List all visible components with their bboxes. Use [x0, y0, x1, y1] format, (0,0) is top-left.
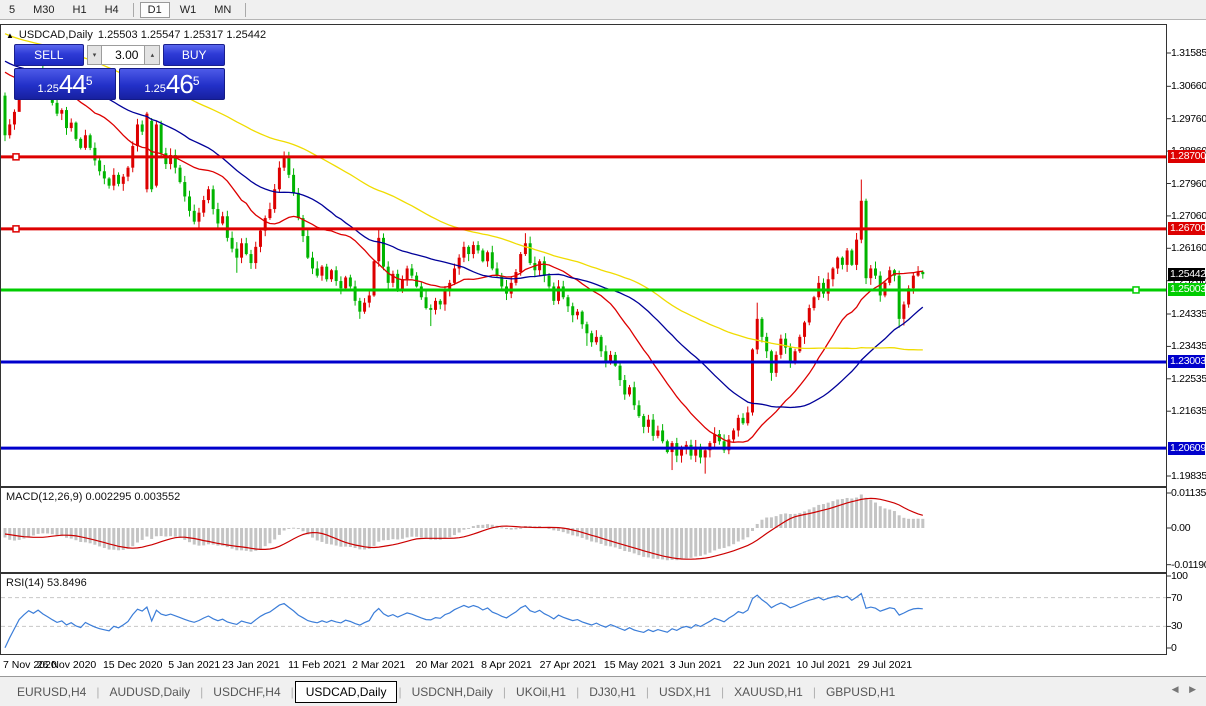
- price-axis-label: 1.19835: [1171, 470, 1206, 482]
- rsi-axis-label: 30: [1171, 620, 1183, 633]
- tab-usdcnh-daily[interactable]: USDCNH,Daily: [403, 681, 502, 703]
- sell-price-fraction: 5: [85, 74, 93, 88]
- buy-price-button[interactable]: 1.25 46 5: [119, 68, 225, 100]
- hline-handle[interactable]: [12, 225, 20, 233]
- price-axis-label: 1.26160: [1171, 242, 1206, 255]
- macd-layer: [3, 494, 925, 561]
- tab-usdchf-h4[interactable]: USDCHF,H4: [204, 681, 289, 703]
- macd-axis-label: -0.01190: [1171, 558, 1206, 571]
- price-axis-label: 1.27960: [1171, 177, 1206, 190]
- horizontal-lines-layer: [1, 153, 1166, 450]
- buy-price-prefix: 1.25: [144, 83, 166, 95]
- tab-scroll-arrows[interactable]: ◀ ▶: [1172, 684, 1200, 695]
- rsi-axis-label: 100: [1171, 570, 1188, 582]
- price-axis-label: 1.31585: [1171, 47, 1206, 59]
- buy-price-pips: 46: [165, 69, 194, 99]
- buy-price-fraction: 5: [192, 74, 200, 88]
- price-axis-label: 1.21635: [1171, 405, 1206, 418]
- volume-increase-button[interactable]: ▴: [144, 45, 161, 65]
- rsi-indicator-label: RSI(14) 53.8496: [6, 577, 87, 589]
- tab-eurusd-h4[interactable]: EURUSD,H4: [8, 681, 95, 703]
- tab-gbpusd-h1[interactable]: GBPUSD,H1: [817, 681, 904, 703]
- volume-decrease-button[interactable]: ▾: [86, 45, 103, 65]
- buy-button[interactable]: BUY: [163, 44, 225, 66]
- tab-usdx-h1[interactable]: USDX,H1: [650, 681, 720, 703]
- macd-axis-label: 0.01135: [1171, 487, 1206, 499]
- tab-ukoil-h1[interactable]: UKOil,H1: [507, 681, 575, 703]
- hline-handle[interactable]: [12, 153, 20, 161]
- date-axis-label: 29 Jul 2021: [857, 659, 913, 671]
- volume-input[interactable]: [102, 45, 145, 65]
- sell-price-pips: 44: [58, 69, 87, 99]
- trade-panel-prices: 1.25 44 5 1.25 46 5: [14, 68, 225, 100]
- price-axis-label: 1.23435: [1171, 340, 1206, 353]
- trade-panel-controls: SELL ▾ ▴ BUY: [14, 44, 225, 66]
- rsi-axis-label: 0: [1171, 642, 1177, 654]
- level-price-tag: 1.26700: [1168, 222, 1206, 236]
- chart-canvas[interactable]: [0, 0, 1206, 706]
- chart-symbol-label: USDCAD,Daily: [18, 29, 93, 41]
- level-price-tag: 1.20609: [1168, 441, 1206, 455]
- price-axis-label: 1.24335: [1171, 308, 1206, 320]
- price-axis-label: 1.29760: [1171, 112, 1206, 125]
- rsi-axis-label: 70: [1171, 591, 1183, 604]
- tab-dj30-h1[interactable]: DJ30,H1: [580, 681, 645, 703]
- current-price-tag: 1.25442: [1168, 267, 1206, 281]
- macd-axis-label: 0.00: [1171, 522, 1191, 534]
- level-price-tag: 1.23003: [1168, 355, 1206, 369]
- price-axis-label: 1.30660: [1171, 80, 1206, 93]
- tab-xauusd-h1[interactable]: XAUUSD,H1: [725, 681, 812, 703]
- candles-layer: [3, 65, 925, 474]
- sell-price-prefix: 1.25: [37, 83, 59, 95]
- trading-platform-window: 5 M30 H1 H4 D1 W1 MN ▲ USDCAD,Daily 1.25503 1.…: [0, 0, 1206, 706]
- price-axis-label: 1.27060: [1171, 209, 1206, 222]
- sell-price-button[interactable]: 1.25 44 5: [14, 68, 116, 100]
- one-click-trade-panel: SELL ▾ ▴ BUY 1.25 44 5 1.25 46 5: [14, 44, 225, 100]
- sell-button[interactable]: SELL: [14, 44, 84, 66]
- rsi-layer: [1, 592, 1166, 649]
- chart-ohlc-values: 1.25503 1.25547 1.25317 1.25442: [97, 29, 267, 41]
- level-price-tag: 1.28700: [1168, 150, 1206, 164]
- hline-handle[interactable]: [1132, 286, 1140, 294]
- collapse-triangle-icon[interactable]: ▲: [6, 31, 14, 40]
- chart-title: ▲ USDCAD,Daily 1.25503 1.25547 1.25317 1…: [6, 29, 266, 41]
- price-axis-label: 1.22535: [1171, 372, 1206, 385]
- level-price-tag: 1.25003: [1168, 283, 1206, 297]
- macd-indicator-label: MACD(12,26,9) 0.002295 0.003552: [6, 491, 181, 503]
- tab-usdcad-daily[interactable]: USDCAD,Daily: [294, 680, 398, 703]
- chart-tab-bar: EURUSD,H4 | AUDUSD,Daily | USDCHF,H4 | USDCAD,…: [0, 676, 1206, 706]
- tab-audusd-daily[interactable]: AUDUSD,Daily: [100, 681, 199, 703]
- panel-frame: [0, 573, 1167, 655]
